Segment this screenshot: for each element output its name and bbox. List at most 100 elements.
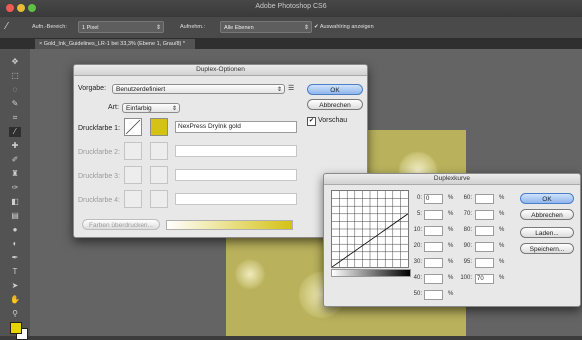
percent-label: % [448, 275, 454, 281]
duplex-curve-dialog: Duplexkurve 0: 0 % 5: % 10: % 20: % 30: … [323, 173, 581, 307]
blur-tool-icon[interactable]: ● [9, 225, 21, 235]
field-95-input[interactable] [475, 258, 494, 268]
sample-size-label: Aufn.-Bereich: [32, 24, 67, 30]
ink-4-color-swatch[interactable] [150, 190, 168, 208]
type-value: Einfarbig [126, 105, 152, 112]
foreground-color-swatch[interactable] [10, 322, 22, 334]
field-40-input[interactable] [424, 274, 443, 284]
move-tool-icon[interactable]: ✥ [9, 57, 21, 67]
show-ring-checkbox[interactable]: ✔ Auswahlring anzeigen [314, 24, 374, 30]
ink-4-name-field[interactable] [175, 193, 297, 205]
dialog-title: Duplexkurve [324, 174, 580, 185]
ink-2-curve-box[interactable] [124, 142, 142, 160]
ink-2-name-field[interactable] [175, 145, 297, 157]
curve-grid[interactable] [331, 190, 409, 268]
document-tab-label: Gold_Ink_Guidelines_LR-1 bei 33,3% (Eben… [43, 41, 186, 47]
percent-label: % [448, 291, 454, 297]
field-90-label: 90: [463, 243, 472, 249]
ink-2-label: Druckfarbe 2: [78, 149, 121, 156]
sample-select[interactable]: Alle Ebenen ⇕ [220, 21, 312, 33]
percent-label: % [448, 259, 454, 265]
percent-label: % [448, 243, 454, 249]
eraser-tool-icon[interactable]: ◧ [9, 197, 21, 207]
field-70-label: 70: [463, 211, 472, 217]
crop-tool-icon[interactable]: ⌗ [9, 113, 21, 123]
percent-label: % [499, 259, 505, 265]
preview-label: Vorschau [317, 117, 348, 124]
ink-1-color-swatch[interactable] [150, 118, 168, 136]
percent-label: % [448, 195, 454, 201]
field-5-label: 5: [416, 211, 422, 217]
overprint-colors-button[interactable]: Farben überdrucken... [82, 219, 160, 230]
field-95-label: 95: [463, 259, 472, 265]
eyedropper-tool-icon[interactable]: ⁄ [9, 127, 21, 137]
curve-cancel-button[interactable]: Abbrechen [520, 209, 574, 220]
curve-ok-button[interactable]: OK [520, 193, 574, 204]
history-brush-tool-icon[interactable]: ✑ [9, 183, 21, 193]
healing-brush-tool-icon[interactable]: ✚ [9, 141, 21, 151]
preset-select[interactable]: Benutzerdefiniert ⇕ [112, 84, 285, 94]
field-60-input[interactable] [475, 194, 494, 204]
ink-1-name-field[interactable]: NexPress DryInk gold [175, 121, 297, 133]
preset-label: Vorgabe: [78, 85, 107, 92]
ink-1-curve-box[interactable] [124, 118, 142, 136]
lasso-tool-icon[interactable]: ◌ [9, 85, 21, 95]
hand-tool-icon[interactable]: ✋ [9, 295, 21, 305]
field-10-input[interactable] [424, 226, 443, 236]
percent-label: % [499, 227, 505, 233]
dodge-tool-icon[interactable]: ◐ [9, 239, 21, 249]
checkmark-icon: ✔ [307, 117, 316, 126]
curve-preview-icon [125, 119, 141, 135]
preset-value: Benutzerdefiniert [116, 86, 166, 93]
brush-tool-icon[interactable]: ✐ [9, 155, 21, 165]
ink-3-name-field[interactable] [175, 169, 297, 181]
field-80-input[interactable] [475, 226, 494, 236]
field-30-input[interactable] [424, 258, 443, 268]
field-100-label: 100: [460, 275, 472, 281]
zoom-tool-icon[interactable]: ⚲ [9, 309, 21, 319]
quick-select-tool-icon[interactable]: ✎ [9, 99, 21, 109]
field-30-label: 30: [413, 259, 422, 265]
type-select[interactable]: Einfarbig ⇕ [122, 103, 180, 113]
field-40-label: 40: [413, 275, 422, 281]
field-100-input[interactable]: 70 [475, 274, 494, 284]
percent-label: % [448, 211, 454, 217]
chevron-updown-icon: ⇕ [155, 25, 161, 31]
preset-menu-icon[interactable]: ☰ [288, 84, 294, 92]
curve-save-button[interactable]: Speichern... [520, 243, 574, 254]
dialog-title: Duplex-Optionen [74, 65, 367, 76]
percent-label: % [499, 211, 505, 217]
field-50-input[interactable] [424, 290, 443, 300]
ink-3-label: Druckfarbe 3: [78, 173, 121, 180]
sample-size-select[interactable]: 1 Pixel ⇕ [78, 21, 164, 33]
field-70-input[interactable] [475, 210, 494, 220]
show-ring-label: Auswahlring anzeigen [319, 24, 374, 30]
eyedropper-tool-icon[interactable]: ⁄ [6, 21, 18, 33]
curve-graph [331, 191, 409, 268]
path-select-tool-icon[interactable]: ➤ [9, 281, 21, 291]
ok-button[interactable]: OK [307, 84, 363, 95]
ink-4-curve-box[interactable] [124, 190, 142, 208]
type-label: Art: [108, 104, 119, 111]
gradient-tool-icon[interactable]: ▤ [9, 211, 21, 221]
field-0-input[interactable]: 0 [424, 194, 443, 204]
field-20-input[interactable] [424, 242, 443, 252]
ink-2-color-swatch[interactable] [150, 142, 168, 160]
ink-3-curve-box[interactable] [124, 166, 142, 184]
ink-3-color-swatch[interactable] [150, 166, 168, 184]
ink-1-label: Druckfarbe 1: [78, 125, 121, 132]
preview-checkbox[interactable]: ✔ Vorschau [307, 117, 347, 126]
document-tab[interactable]: × Gold_Ink_Guidelines_LR-1 bei 33,3% (Eb… [35, 39, 195, 49]
tone-ramp-bar [331, 269, 411, 277]
cancel-button[interactable]: Abbrechen [307, 99, 363, 110]
curve-load-button[interactable]: Laden... [520, 227, 574, 238]
field-90-input[interactable] [475, 242, 494, 252]
field-20-label: 20: [413, 243, 422, 249]
type-tool-icon[interactable]: T [9, 267, 21, 277]
stamp-tool-icon[interactable]: ♜ [9, 169, 21, 179]
field-5-input[interactable] [424, 210, 443, 220]
marquee-tool-icon[interactable]: ⬚ [9, 71, 21, 81]
chevron-updown-icon: ⇕ [276, 87, 282, 93]
field-0-label: 0: [416, 195, 422, 201]
pen-tool-icon[interactable]: ✒ [9, 253, 21, 263]
